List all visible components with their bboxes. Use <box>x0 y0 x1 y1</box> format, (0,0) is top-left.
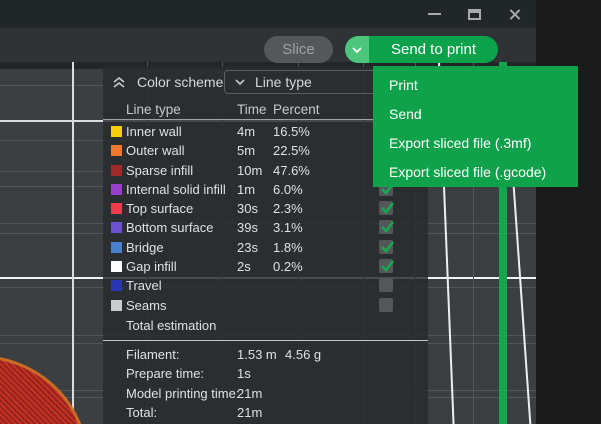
line-type-color-swatch <box>111 242 122 253</box>
line-type-color-swatch <box>111 145 122 156</box>
line-type-label: Internal solid infill <box>126 182 226 197</box>
line-type-color-swatch <box>111 126 122 137</box>
maximize-icon <box>468 9 481 20</box>
column-line-type: Line type <box>126 102 181 117</box>
line-type-visibility-checkbox[interactable] <box>379 201 393 215</box>
line-type-percent: 22.5% <box>273 143 310 158</box>
legend-row: Seams <box>103 296 428 315</box>
line-type-label: Sparse infill <box>126 163 193 178</box>
line-type-color-swatch <box>111 203 122 214</box>
chevron-down-icon <box>234 77 246 87</box>
line-type-label: Seams <box>126 298 166 313</box>
maximize-button[interactable] <box>466 6 482 22</box>
line-type-time: 10m <box>237 163 262 178</box>
line-type-label: Bottom surface <box>126 220 213 235</box>
grid-line <box>72 62 74 424</box>
title-bar <box>0 0 536 28</box>
line-type-visibility-checkbox[interactable] <box>379 240 393 254</box>
line-type-time: 23s <box>237 240 258 255</box>
chevron-down-icon <box>351 45 363 55</box>
line-type-label: Outer wall <box>126 143 185 158</box>
line-type-time: 2s <box>237 259 251 274</box>
line-type-label: Top surface <box>126 201 193 216</box>
line-type-percent: 0.2% <box>273 259 303 274</box>
line-type-percent: 1.8% <box>273 240 303 255</box>
line-type-time: 39s <box>237 220 258 235</box>
legend-row: Gap infill 2s 0.2% <box>103 257 428 276</box>
line-type-label: Travel <box>126 278 162 293</box>
line-type-time: 30s <box>237 201 258 216</box>
total-row: Filament: 1.53 m 4.56 g <box>103 345 428 364</box>
legend-row: Travel <box>103 276 428 295</box>
line-type-time: 4m <box>237 124 255 139</box>
total-row-value-2: 4.56 g <box>285 347 321 362</box>
close-icon <box>508 8 521 21</box>
menu-item[interactable]: Print <box>373 71 578 100</box>
total-row-label: Model printing time: <box>126 386 239 401</box>
divider <box>103 340 428 341</box>
line-type-color-swatch <box>111 280 122 291</box>
line-type-color-swatch <box>111 222 122 233</box>
line-type-visibility-checkbox[interactable] <box>379 298 393 312</box>
minimize-icon <box>428 13 441 15</box>
line-type-color-swatch <box>111 261 122 272</box>
send-to-print-button[interactable]: Send to print <box>369 36 498 63</box>
line-type-color-swatch <box>111 184 122 195</box>
total-row-value: 1s <box>237 366 251 381</box>
total-row-label: Prepare time: <box>126 366 204 381</box>
collapse-panel-icon[interactable] <box>112 76 126 89</box>
color-scheme-selected: Line type <box>255 74 312 90</box>
line-type-color-swatch <box>111 300 122 311</box>
line-type-label: Inner wall <box>126 124 182 139</box>
total-row: Total: 21m <box>103 403 428 422</box>
line-type-color-swatch <box>111 165 122 176</box>
color-scheme-label: Color scheme <box>137 74 223 90</box>
column-percent: Percent <box>273 102 320 117</box>
legend-row: Bottom surface 39s 3.1% <box>103 218 428 237</box>
total-row: Prepare time: 1s <box>103 364 428 383</box>
app-window: Color scheme Line type Line type Time Pe… <box>0 0 601 424</box>
column-time: Time <box>237 102 267 117</box>
line-type-visibility-checkbox[interactable] <box>379 278 393 292</box>
line-type-visibility-checkbox[interactable] <box>379 220 393 234</box>
line-type-percent: 2.3% <box>273 201 303 216</box>
line-type-percent: 16.5% <box>273 124 310 139</box>
menu-item[interactable]: Export sliced file (.3mf) <box>373 129 578 158</box>
line-type-time: 1m <box>237 182 255 197</box>
line-type-percent: 47.6% <box>273 163 310 178</box>
total-rows: Filament: 1.53 m 4.56 g Prepare time: 1s Mode… <box>103 345 428 422</box>
line-type-label: Bridge <box>126 240 164 255</box>
total-row: Model printing time:21m <box>103 384 428 403</box>
legend-row: Bridge 23s 1.8% <box>103 238 428 257</box>
total-row-label: Filament: <box>126 347 179 362</box>
total-row-value: 1.53 m <box>237 347 277 362</box>
menu-item[interactable]: Export sliced file (.gcode) <box>373 158 578 187</box>
send-to-print-menu: PrintSendExport sliced file (.3mf)Export… <box>373 66 578 187</box>
line-type-label: Gap infill <box>126 259 177 274</box>
line-type-percent: 3.1% <box>273 220 303 235</box>
close-button[interactable] <box>506 6 522 22</box>
line-type-visibility-checkbox[interactable] <box>379 259 393 273</box>
send-options-arrow-button[interactable] <box>345 36 369 63</box>
main-toolbar: Slice Send to print <box>0 28 536 62</box>
slice-button[interactable]: Slice <box>264 36 333 63</box>
line-type-time: 5m <box>237 143 255 158</box>
menu-item[interactable]: Send <box>373 100 578 129</box>
total-estimation-label: Total estimation <box>126 318 216 333</box>
minimize-button[interactable] <box>426 6 442 22</box>
total-row-label: Total: <box>126 405 157 420</box>
line-type-percent: 6.0% <box>273 182 303 197</box>
total-row-value: 21m <box>237 405 262 420</box>
total-row-value: 21m <box>237 386 262 401</box>
legend-row: Top surface 30s 2.3% <box>103 199 428 218</box>
